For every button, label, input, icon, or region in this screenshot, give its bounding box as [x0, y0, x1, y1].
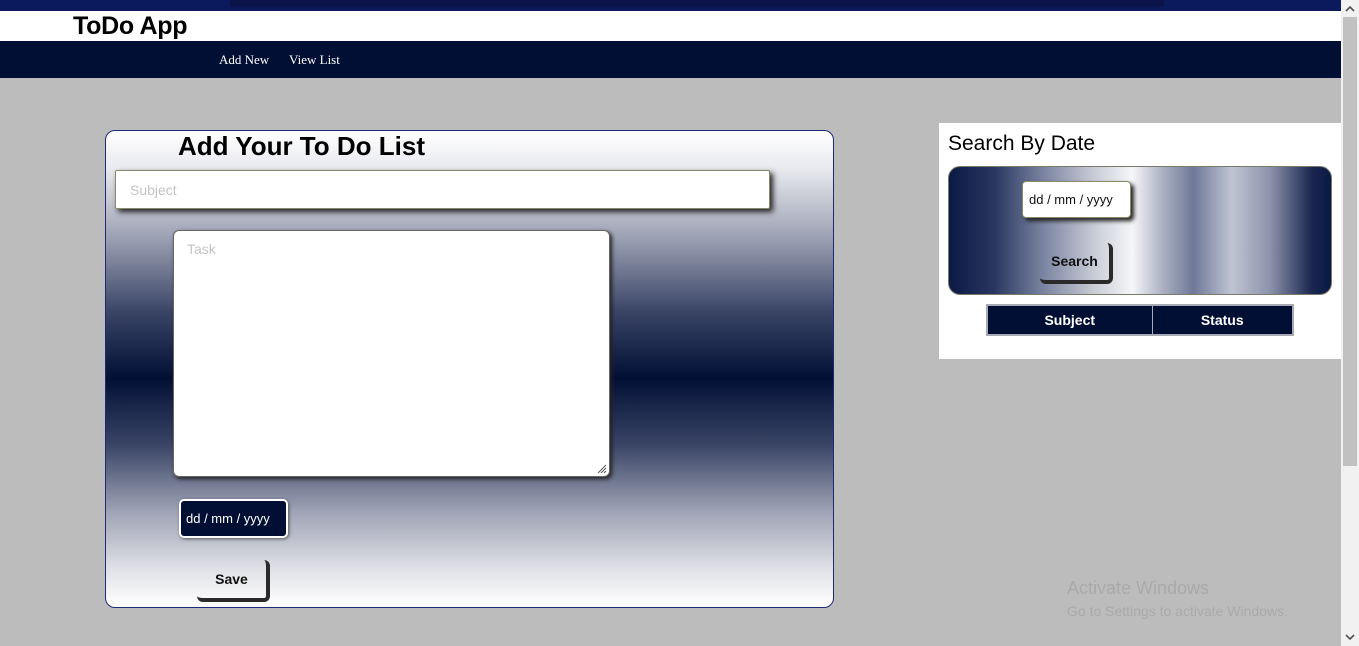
top-strip-inner [230, 0, 1164, 7]
navbar: Add New View List [0, 41, 1341, 78]
results-header-row: Subject Status [986, 304, 1294, 336]
subject-input[interactable]: Subject [115, 170, 770, 209]
nav-view-list[interactable]: View List [289, 52, 340, 68]
resize-grip-icon[interactable] [595, 462, 607, 474]
activation-watermark-subtitle: Go to Settings to activate Windows. [1067, 603, 1288, 619]
save-button[interactable]: Save [197, 560, 270, 602]
add-panel-title: Add Your To Do List [178, 131, 425, 161]
app-header: ToDo App [0, 11, 1341, 41]
scrollbar-thumb[interactable] [1343, 17, 1357, 466]
search-date-input[interactable]: dd / mm / yyyy [1022, 181, 1131, 218]
search-button[interactable]: Search [1040, 243, 1113, 284]
search-box: dd / mm / yyyy Search [948, 166, 1332, 295]
task-textarea[interactable]: Task [173, 230, 610, 477]
top-strip [0, 0, 1341, 11]
app-title: ToDo App [73, 12, 188, 40]
search-panel: Search By Date dd / mm / yyyy Search Sub… [939, 123, 1341, 359]
chevron-up-icon[interactable] [1341, 0, 1359, 17]
activation-watermark-title: Activate Windows [1067, 578, 1210, 598]
todo-date-input[interactable]: dd / mm / yyyy [179, 499, 288, 538]
add-todo-panel: Add Your To Do List Subject Task dd / mm… [105, 130, 834, 608]
task-placeholder: Task [187, 241, 216, 257]
column-header-subject: Subject [986, 304, 1153, 336]
vertical-scrollbar[interactable] [1341, 0, 1359, 646]
chevron-down-icon[interactable] [1341, 629, 1359, 646]
search-panel-title: Search By Date [948, 132, 1096, 155]
column-header-status: Status [1151, 304, 1294, 336]
results-table: Subject Status [986, 304, 1294, 336]
nav-add-new[interactable]: Add New [219, 52, 269, 68]
